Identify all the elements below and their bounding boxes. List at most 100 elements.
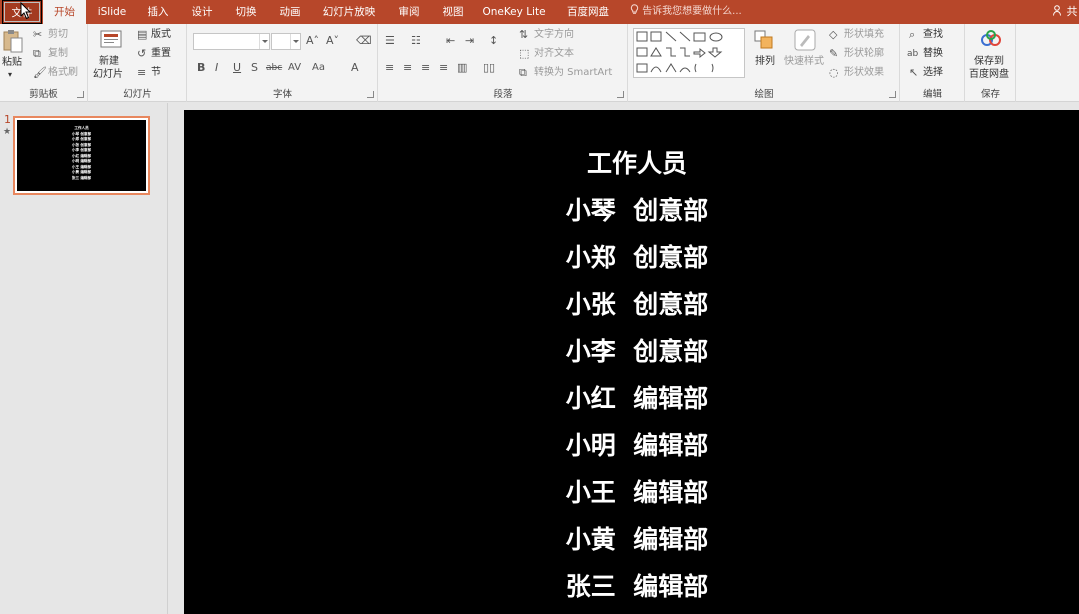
- thumbnail-text-line: 张三 编辑部: [71, 175, 92, 180]
- tab-home[interactable]: 开始: [43, 0, 86, 24]
- thumbnail-canvas: 工作人员 小琴 创意部 小郑 创意部 小张 创意部 小李 创意部 小红 编辑部 小明 编辑部…: [17, 120, 146, 191]
- clipboard-launcher-icon[interactable]: [77, 91, 84, 98]
- slide-credit-line[interactable]: 小红 编辑部: [184, 384, 1079, 414]
- shadow-icon[interactable]: S: [251, 62, 258, 74]
- slide-thumbnail[interactable]: 工作人员 小琴 创意部 小郑 创意部 小张 创意部 小李 创意部 小红 编辑部 小明 编辑部…: [13, 116, 150, 195]
- slide-number: 1: [4, 113, 11, 126]
- character-spacing-icon[interactable]: AV: [288, 62, 301, 74]
- drawing-launcher-icon[interactable]: [889, 91, 896, 98]
- group-paragraph: ☰ ☷ ⇤ ⇥ ↕ ≡ ≡ ≡ ≡ ▥ ▯▯ ⇅ 文字方向 ⬚ 对齐文本 ⧉ 转…: [379, 24, 628, 102]
- shrink-font-icon[interactable]: A˅: [326, 35, 339, 47]
- columns-icon[interactable]: ▯▯: [483, 62, 495, 74]
- distributed-icon[interactable]: ▥: [457, 62, 467, 74]
- baidu-cloud-icon: [981, 30, 1001, 46]
- save-to-label-1: 保存到: [974, 56, 1004, 67]
- line-spacing-icon[interactable]: ↕: [489, 35, 498, 47]
- align-center-icon[interactable]: ≡: [403, 62, 412, 74]
- replace-label: 替换: [923, 48, 943, 59]
- slide-title[interactable]: 工作人员: [184, 149, 1079, 179]
- text-direction-label: 文字方向: [534, 29, 574, 40]
- grow-font-icon[interactable]: A˄: [306, 35, 319, 47]
- person-icon: [1053, 5, 1067, 18]
- slide-credit-line[interactable]: 小黄 编辑部: [184, 525, 1079, 555]
- underline-icon[interactable]: U: [233, 62, 241, 74]
- slide-credit-line[interactable]: 小张 创意部: [184, 290, 1079, 320]
- font-color-icon[interactable]: A: [351, 62, 359, 74]
- align-text-icon: ⬚: [519, 47, 530, 60]
- powerpoint-window: 文件 开始 iSlide 插入 设计 切换 动画 幻灯片放映 审阅 视图 One…: [0, 0, 1079, 614]
- smartart-icon: ⧉: [519, 66, 527, 79]
- slide-credit-line[interactable]: 小王 编辑部: [184, 478, 1079, 508]
- search-icon: ⌕: [909, 28, 916, 41]
- group-drawing: 排列 快速样式 ◇ 形状填充 ✎ 形状轮廓 ◌ 形状效果 绘图: [629, 24, 900, 102]
- slide-credit-line[interactable]: 小琴 创意部: [184, 196, 1079, 226]
- save-group-label: 保存: [980, 89, 1000, 100]
- tab-transitions[interactable]: 切换: [227, 0, 265, 24]
- tab-baidu-netdisk[interactable]: 百度网盘: [561, 0, 615, 24]
- cut-label: 剪切: [48, 29, 68, 40]
- italic-icon[interactable]: I: [215, 62, 218, 74]
- increase-indent-icon[interactable]: ⇥: [465, 35, 474, 47]
- paste-dropdown-icon: ▾: [8, 70, 13, 79]
- scissors-icon: ✂: [33, 28, 43, 41]
- shapes-gallery[interactable]: [633, 28, 745, 78]
- replace-icon: ab: [907, 49, 919, 59]
- tab-slideshow[interactable]: 幻灯片放映: [316, 0, 382, 24]
- tab-design[interactable]: 设计: [183, 0, 221, 24]
- pen-icon: ✎: [829, 47, 839, 60]
- font-family-select[interactable]: [193, 33, 270, 50]
- shape-effects-icon: ◌: [829, 66, 839, 79]
- find-label: 查找: [923, 29, 943, 40]
- slide-canvas[interactable]: 工作人员小琴 创意部 小郑 创意部 小张 创意部 小李 创意部 小红 编辑部 小明 编辑部…: [184, 110, 1079, 614]
- font-size-select[interactable]: [271, 33, 301, 50]
- numbering-icon[interactable]: ☷: [411, 35, 421, 47]
- new-slide-icon: [100, 30, 122, 48]
- save-to-label-2: 百度网盘: [969, 69, 1009, 80]
- shape-outline-label: 形状轮廓: [844, 48, 884, 59]
- layout-label: 版式: [151, 29, 171, 40]
- align-text-label: 对齐文本: [534, 48, 574, 59]
- layout-icon: ▤: [137, 28, 148, 41]
- reset-icon: ↺: [137, 47, 147, 60]
- slide-credit-line[interactable]: 小李 创意部: [184, 337, 1079, 367]
- font-launcher-icon[interactable]: [367, 91, 374, 98]
- share-button[interactable]: 共: [1053, 0, 1078, 24]
- shape-effects-label: 形状效果: [844, 67, 884, 78]
- tell-me-text: 告诉我您想要做什么...: [642, 6, 742, 17]
- text-direction-icon: ⇅: [519, 28, 529, 41]
- strikethrough-icon[interactable]: abc: [266, 62, 282, 74]
- bullets-icon[interactable]: ☰: [385, 35, 395, 47]
- tab-onekey-lite[interactable]: OneKey Lite: [478, 0, 550, 24]
- group-save: 保存到 百度网盘 保存: [966, 24, 1016, 102]
- paragraph-launcher-icon[interactable]: [617, 91, 624, 98]
- align-right-icon[interactable]: ≡: [421, 62, 430, 74]
- animation-star-icon: ★: [3, 127, 12, 137]
- decrease-indent-icon[interactable]: ⇤: [446, 35, 455, 47]
- bold-icon[interactable]: B: [197, 62, 205, 74]
- tab-insert[interactable]: 插入: [139, 0, 177, 24]
- slide-credit-line[interactable]: 张三 编辑部: [184, 572, 1079, 602]
- mouse-cursor-icon: [20, 2, 32, 20]
- tell-me-search[interactable]: 告诉我您想要做什么...: [630, 0, 742, 24]
- select-arrow-icon: ↖: [909, 66, 919, 79]
- editing-group-label: 编辑: [922, 89, 942, 100]
- arrange-icon: [754, 30, 773, 49]
- format-painter-label: 格式刷: [48, 67, 78, 78]
- clear-formatting-icon[interactable]: ⌫: [356, 35, 372, 47]
- section-icon: ≡: [137, 66, 147, 79]
- align-left-icon[interactable]: ≡: [385, 62, 394, 74]
- slide-credit-line[interactable]: 小明 编辑部: [184, 431, 1079, 461]
- tab-animations[interactable]: 动画: [271, 0, 309, 24]
- group-editing: ⌕ 查找 ab 替换 ↖ 选择 编辑: [901, 24, 965, 102]
- pane-splitter[interactable]: [168, 103, 184, 614]
- section-label: 节: [151, 67, 161, 78]
- justify-icon[interactable]: ≡: [439, 62, 448, 74]
- group-clipboard: 粘贴 ▾ ✂ 剪切 ⧉ 复制 🖌 格式刷 剪贴板: [0, 24, 88, 102]
- tab-islide[interactable]: iSlide: [90, 0, 134, 24]
- change-case-icon[interactable]: Aa: [312, 62, 325, 74]
- tab-view[interactable]: 视图: [434, 0, 472, 24]
- font-group-label: 字体: [272, 89, 292, 100]
- tab-review[interactable]: 审阅: [390, 0, 428, 24]
- slide-credit-line[interactable]: 小郑 创意部: [184, 243, 1079, 273]
- share-label: 共: [1066, 5, 1078, 18]
